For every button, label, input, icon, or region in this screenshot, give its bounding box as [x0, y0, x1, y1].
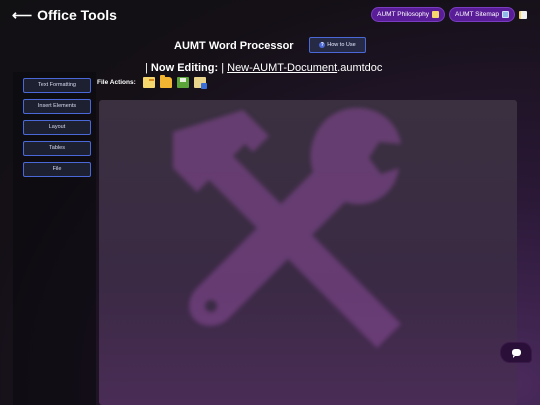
- new-file-icon[interactable]: [142, 77, 155, 88]
- question-icon: ?: [319, 42, 326, 48]
- back-button[interactable]: ⟵ Office Tools: [12, 7, 117, 23]
- top-links: AUMT Philosophy AUMT Sitemap: [371, 7, 527, 22]
- sidebar-item-file[interactable]: File: [23, 162, 91, 177]
- top-bar: ⟵ Office Tools AUMT Philosophy AUMT Site…: [0, 0, 540, 32]
- tools-watermark-icon: [173, 107, 401, 348]
- file-actions: File Actions:: [97, 75, 207, 89]
- open-folder-icon[interactable]: [159, 75, 172, 88]
- editing-separator: |: [218, 62, 228, 74]
- sitemap-link-label: AUMT Sitemap: [455, 11, 499, 18]
- page-title: Office Tools: [37, 7, 117, 23]
- chat-bubble-icon: [511, 349, 521, 358]
- scroll-icon: [432, 11, 440, 18]
- back-arrow-icon: ⟵: [12, 7, 33, 23]
- sitemap-link[interactable]: AUMT Sitemap: [449, 7, 515, 22]
- how-to-use-button[interactable]: ? How to Use: [309, 37, 366, 53]
- sidebar-item-text-formatting[interactable]: Text Formatting: [23, 78, 91, 93]
- editing-label: Now Editing:: [150, 62, 219, 74]
- now-editing-bar: | Now Editing: | New-AUMT-Document.aumtd…: [145, 61, 382, 75]
- sidebar-item-tables[interactable]: Tables: [23, 141, 91, 156]
- sidebar-item-layout[interactable]: Layout: [23, 120, 91, 135]
- philosophy-link[interactable]: AUMT Philosophy: [371, 7, 446, 22]
- document-extension: .aumtdoc: [337, 62, 383, 74]
- how-to-use-label: How to Use: [327, 42, 356, 48]
- export-icon[interactable]: [193, 77, 207, 89]
- chat-button[interactable]: [501, 343, 531, 362]
- sidebar: Text Formatting Insert Elements Layout T…: [13, 72, 96, 405]
- philosophy-link-label: AUMT Philosophy: [377, 11, 430, 18]
- map-icon: [502, 11, 509, 18]
- memo-icon[interactable]: [519, 10, 527, 19]
- document-editor[interactable]: [99, 100, 517, 405]
- app-title: AUMT Word Processor: [174, 40, 294, 52]
- save-icon[interactable]: [176, 77, 189, 88]
- title-row: AUMT Word Processor ? How to Use: [0, 37, 540, 55]
- file-actions-label: File Actions:: [97, 78, 136, 86]
- document-name[interactable]: New-AUMT-Document: [227, 62, 337, 74]
- sidebar-item-insert-elements[interactable]: Insert Elements: [23, 99, 91, 114]
